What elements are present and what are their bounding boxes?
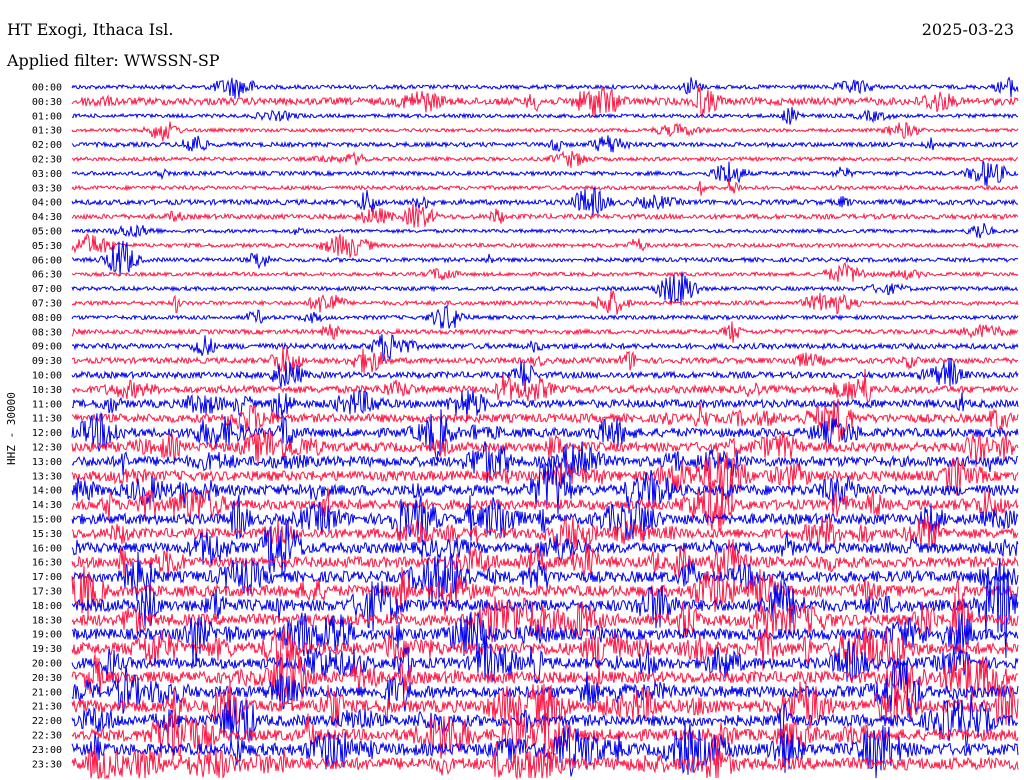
time-tick-label: 05:00	[32, 227, 62, 238]
time-tick-label: 14:30	[32, 500, 62, 511]
time-tick-label: 22:30	[32, 731, 62, 742]
time-tick-label: 23:30	[32, 759, 62, 770]
time-tick-label: 18:30	[32, 615, 62, 626]
time-tick-label: 01:30	[32, 126, 62, 137]
time-tick-label: 08:00	[32, 313, 62, 324]
time-tick-labels: 00:00 00:30 01:00 01:30 02:00 02:30 03:00 03:30…	[32, 83, 62, 771]
time-tick-label: 11:30	[32, 414, 62, 425]
trace-line-0530	[71, 233, 1019, 258]
time-tick-label: 03:30	[32, 183, 62, 194]
time-tick-label: 14:00	[32, 486, 62, 497]
trace-line-0230	[71, 150, 1019, 168]
trace-line-1400	[71, 456, 1019, 515]
trace-line-0000	[71, 76, 1019, 99]
time-tick-label: 23:00	[32, 745, 62, 756]
time-tick-label: 16:30	[32, 558, 62, 569]
time-tick-label: 07:30	[32, 299, 62, 310]
time-tick-label: 12:00	[32, 428, 62, 439]
time-tick-label: 10:00	[32, 371, 62, 382]
time-tick-label: 17:30	[32, 587, 62, 598]
time-tick-label: 04:30	[32, 212, 62, 223]
time-tick-label: 00:30	[32, 97, 62, 108]
time-tick-label: 15:00	[32, 515, 62, 526]
trace-line-0130	[71, 121, 1019, 142]
time-tick-label: 00:00	[32, 83, 62, 94]
time-tick-label: 06:30	[32, 270, 62, 281]
time-tick-label: 17:00	[32, 572, 62, 583]
time-tick-label: 03:00	[32, 169, 62, 180]
trace-line-0800	[71, 304, 1019, 329]
seismic-traces	[71, 76, 1019, 780]
time-tick-label: 11:00	[32, 399, 62, 410]
time-tick-label: 20:00	[32, 659, 62, 670]
helicorder-plot: 00:00 00:30 01:00 01:30 02:00 02:30 03:00 03:30…	[32, 76, 1019, 780]
time-tick-label: 13:00	[32, 457, 62, 468]
time-tick-label: 20:30	[32, 673, 62, 684]
time-tick-label: 19:30	[32, 644, 62, 655]
time-tick-label: 21:30	[32, 702, 62, 713]
time-tick-label: 02:30	[32, 155, 62, 166]
trace-line-0730	[71, 290, 1019, 315]
time-tick-label: 09:00	[32, 342, 62, 353]
time-tick-label: 06:00	[32, 255, 62, 266]
trace-line-0830	[71, 321, 1019, 343]
time-tick-label: 12:30	[32, 443, 62, 454]
trace-line-0100	[71, 107, 1019, 125]
trace-line-0630	[71, 261, 1019, 282]
trace-line-0330	[71, 178, 1019, 196]
trace-line-0200	[71, 135, 1019, 153]
trace-line-0900	[71, 334, 1019, 362]
time-tick-label: 07:00	[32, 284, 62, 295]
trace-line-0430	[71, 203, 1019, 228]
time-tick-label: 22:00	[32, 716, 62, 727]
trace-line-0400	[71, 187, 1019, 216]
time-tick-label: 19:00	[32, 630, 62, 641]
time-tick-label: 15:30	[32, 529, 62, 540]
time-tick-label: 01:00	[32, 111, 62, 122]
time-tick-label: 13:30	[32, 471, 62, 482]
time-tick-label: 09:30	[32, 356, 62, 367]
time-tick-label: 02:00	[32, 140, 62, 151]
time-tick-label: 18:00	[32, 601, 62, 612]
time-tick-label: 04:00	[32, 198, 62, 209]
time-tick-label: 16:00	[32, 543, 62, 554]
time-tick-label: 21:00	[32, 687, 62, 698]
trace-line-0500	[71, 223, 1019, 239]
time-tick-label: 10:30	[32, 385, 62, 396]
trace-line-0700	[71, 271, 1019, 306]
trace-line-0300	[71, 160, 1019, 187]
time-tick-label: 08:30	[32, 327, 62, 338]
time-tick-label: 05:30	[32, 241, 62, 252]
